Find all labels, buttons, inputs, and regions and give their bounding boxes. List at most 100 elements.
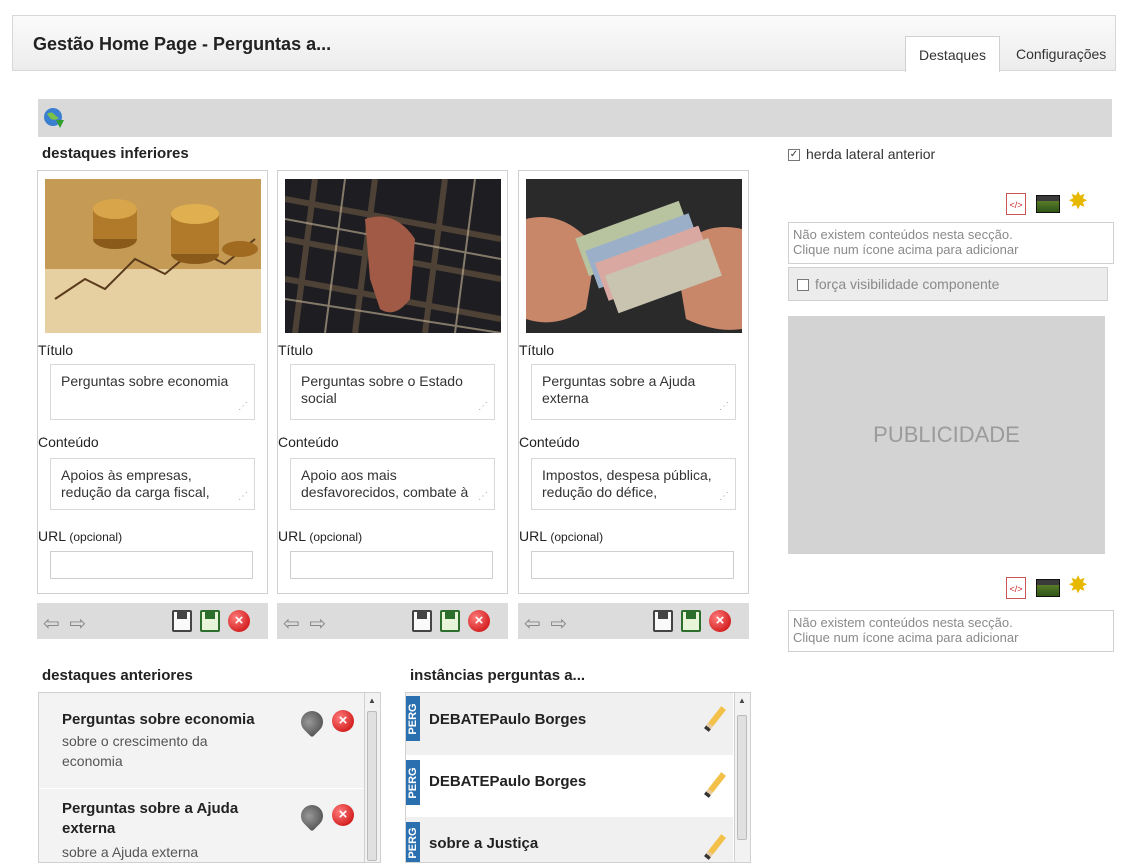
- image-icon[interactable]: [1036, 579, 1060, 597]
- list-item-desc: sobre a Ajuda externa: [62, 844, 199, 860]
- scroll-up-icon[interactable]: ▲: [738, 696, 746, 705]
- edit-pencil-icon[interactable]: [704, 772, 726, 798]
- delete-icon[interactable]: ×: [228, 610, 250, 632]
- save-icon[interactable]: [172, 610, 192, 632]
- url-hint: (opcional): [69, 530, 123, 544]
- perg-badge: PERG: [406, 760, 420, 805]
- list-item-title: DEBATEPaulo Borges: [429, 773, 587, 790]
- forca-visibilidade-row[interactable]: força visibilidade componente: [788, 267, 1108, 301]
- conteudo-text: Apoio aos mais desfavorecidos, combate à: [301, 467, 469, 500]
- puzzle-icon[interactable]: ✸: [1068, 190, 1088, 214]
- list-item-title: Perguntas sobre economia: [62, 711, 255, 728]
- resize-grip-icon[interactable]: ⋰: [478, 488, 488, 505]
- save-publish-icon[interactable]: [681, 610, 701, 632]
- forca-checkbox[interactable]: [797, 279, 809, 292]
- titulo-textarea[interactable]: Perguntas sobre o Estado social ⋰: [290, 364, 495, 420]
- save-icon[interactable]: [412, 610, 432, 632]
- delete-icon[interactable]: ×: [332, 804, 354, 826]
- conteudo-textarea[interactable]: Impostos, despesa pública, redução do dé…: [531, 458, 736, 510]
- delete-icon[interactable]: ×: [709, 610, 731, 632]
- destaques-anteriores-list: Perguntas sobre economia sobre o crescim…: [38, 692, 381, 863]
- globe-add-icon[interactable]: [42, 106, 66, 130]
- empty-notice-line2: Clique num ícone acima para adicionar: [793, 630, 1019, 645]
- publicidade-placeholder: PUBLICIDADE: [788, 316, 1105, 554]
- url-label: URL (opcional): [519, 528, 603, 544]
- move-arrows-icon[interactable]: ⇦ ⇨: [524, 611, 569, 636]
- page-header: Gestão Home Page - Perguntas a... Destaq…: [12, 15, 1116, 72]
- resize-grip-icon[interactable]: ⋰: [238, 398, 248, 415]
- empty-section-notice-bottom: Não existem conteúdos nesta secção. Cliq…: [788, 610, 1114, 652]
- card-actionbar-1: ⇦ ⇨ ×: [37, 603, 268, 639]
- list-scrollbar[interactable]: ▲: [364, 693, 380, 862]
- edit-pencil-icon[interactable]: [704, 706, 726, 732]
- conteudo-label: Conteúdo: [519, 434, 580, 450]
- add-content-toolbar-top: </> ✸: [1006, 190, 1101, 216]
- tab-destaques[interactable]: Destaques: [905, 36, 1000, 72]
- perg-badge-text: PERG: [407, 827, 419, 859]
- conteudo-textarea[interactable]: Apoio aos mais desfavorecidos, combate à…: [290, 458, 495, 510]
- code-icon[interactable]: </>: [1006, 577, 1026, 599]
- page-title: Gestão Home Page - Perguntas a...: [33, 34, 332, 54]
- empty-notice-line1: Não existem conteúdos nesta secção.: [793, 615, 1013, 630]
- tag-icon[interactable]: [296, 800, 328, 832]
- tab-configuracoes[interactable]: Configurações: [1006, 36, 1114, 72]
- empty-notice-line1: Não existem conteúdos nesta secção.: [793, 227, 1013, 242]
- resize-grip-icon[interactable]: ⋰: [719, 488, 729, 505]
- list-item[interactable]: Perguntas sobre economia sobre o crescim…: [39, 693, 374, 788]
- resize-grip-icon[interactable]: ⋰: [238, 488, 248, 505]
- instancias-list: PERG DEBATEPaulo Borges PERG DEBATEPaulo…: [405, 692, 751, 863]
- delete-icon[interactable]: ×: [332, 710, 354, 732]
- conteudo-textarea[interactable]: Apoios às empresas, redução da carga fis…: [50, 458, 255, 510]
- main-toolbar: [38, 99, 1112, 137]
- puzzle-icon[interactable]: ✸: [1068, 574, 1088, 598]
- image-icon[interactable]: [1036, 195, 1060, 213]
- money-hands-image: [526, 179, 742, 333]
- resize-grip-icon[interactable]: ⋰: [478, 398, 488, 415]
- url-input[interactable]: [290, 551, 493, 579]
- perg-badge: PERG: [406, 822, 420, 862]
- move-arrows-icon[interactable]: ⇦ ⇨: [43, 611, 88, 636]
- save-publish-icon[interactable]: [440, 610, 460, 632]
- destaque-card-1: Título Perguntas sobre economia ⋰ Conteúd…: [37, 170, 268, 594]
- list-item[interactable]: PERG DEBATEPaulo Borges: [406, 755, 733, 817]
- coins-image: [45, 179, 261, 333]
- scrollbar-thumb[interactable]: [367, 711, 377, 861]
- list-item[interactable]: PERG sobre a Justiça: [406, 817, 733, 862]
- save-icon[interactable]: [653, 610, 673, 632]
- titulo-text: Perguntas sobre economia: [61, 373, 229, 389]
- herda-checkbox[interactable]: ✓: [788, 149, 800, 162]
- section-title-instancias: instâncias perguntas a...: [410, 667, 586, 684]
- code-icon[interactable]: </>: [1006, 193, 1026, 215]
- card-actionbar-3: ⇦ ⇨ ×: [518, 603, 749, 639]
- edit-pencil-icon[interactable]: [704, 834, 726, 860]
- list-item[interactable]: PERG DEBATEPaulo Borges: [406, 693, 733, 755]
- forca-label: força visibilidade componente: [815, 276, 1000, 292]
- list-item-title: DEBATEPaulo Borges: [429, 711, 587, 728]
- titulo-textarea[interactable]: Perguntas sobre a Ajuda externa ⋰: [531, 364, 736, 420]
- url-input[interactable]: [50, 551, 253, 579]
- titulo-text: Perguntas sobre o Estado social: [301, 373, 463, 406]
- list-item-title: sobre a Justiça: [429, 835, 539, 852]
- url-label: URL (opcional): [278, 528, 362, 544]
- resize-grip-icon[interactable]: ⋰: [719, 398, 729, 415]
- herda-checkbox-row[interactable]: ✓ herda lateral anterior: [788, 146, 935, 162]
- titulo-label: Título: [519, 342, 555, 358]
- list-item[interactable]: Perguntas sobre a Ajuda externa sobre a …: [39, 789, 374, 862]
- move-arrows-icon[interactable]: ⇦ ⇨: [283, 611, 328, 636]
- scrollbar-thumb[interactable]: [737, 715, 747, 840]
- herda-label: herda lateral anterior: [806, 146, 936, 162]
- scroll-up-icon[interactable]: ▲: [368, 696, 376, 705]
- list-item-desc: sobre o crescimento da economia: [62, 733, 208, 769]
- titulo-textarea[interactable]: Perguntas sobre economia ⋰: [50, 364, 255, 420]
- url-input[interactable]: [531, 551, 734, 579]
- conteudo-text: Apoios às empresas, redução da carga fis…: [61, 467, 210, 500]
- url-hint: (opcional): [309, 530, 363, 544]
- save-publish-icon[interactable]: [200, 610, 220, 632]
- list-scrollbar[interactable]: ▲: [734, 693, 750, 862]
- delete-icon[interactable]: ×: [468, 610, 490, 632]
- url-label-text: URL: [38, 528, 66, 544]
- tag-icon[interactable]: [296, 706, 328, 738]
- conteudo-label: Conteúdo: [278, 434, 339, 450]
- titulo-text: Perguntas sobre a Ajuda externa: [542, 373, 696, 406]
- card-actionbar-2: ⇦ ⇨ ×: [277, 603, 508, 639]
